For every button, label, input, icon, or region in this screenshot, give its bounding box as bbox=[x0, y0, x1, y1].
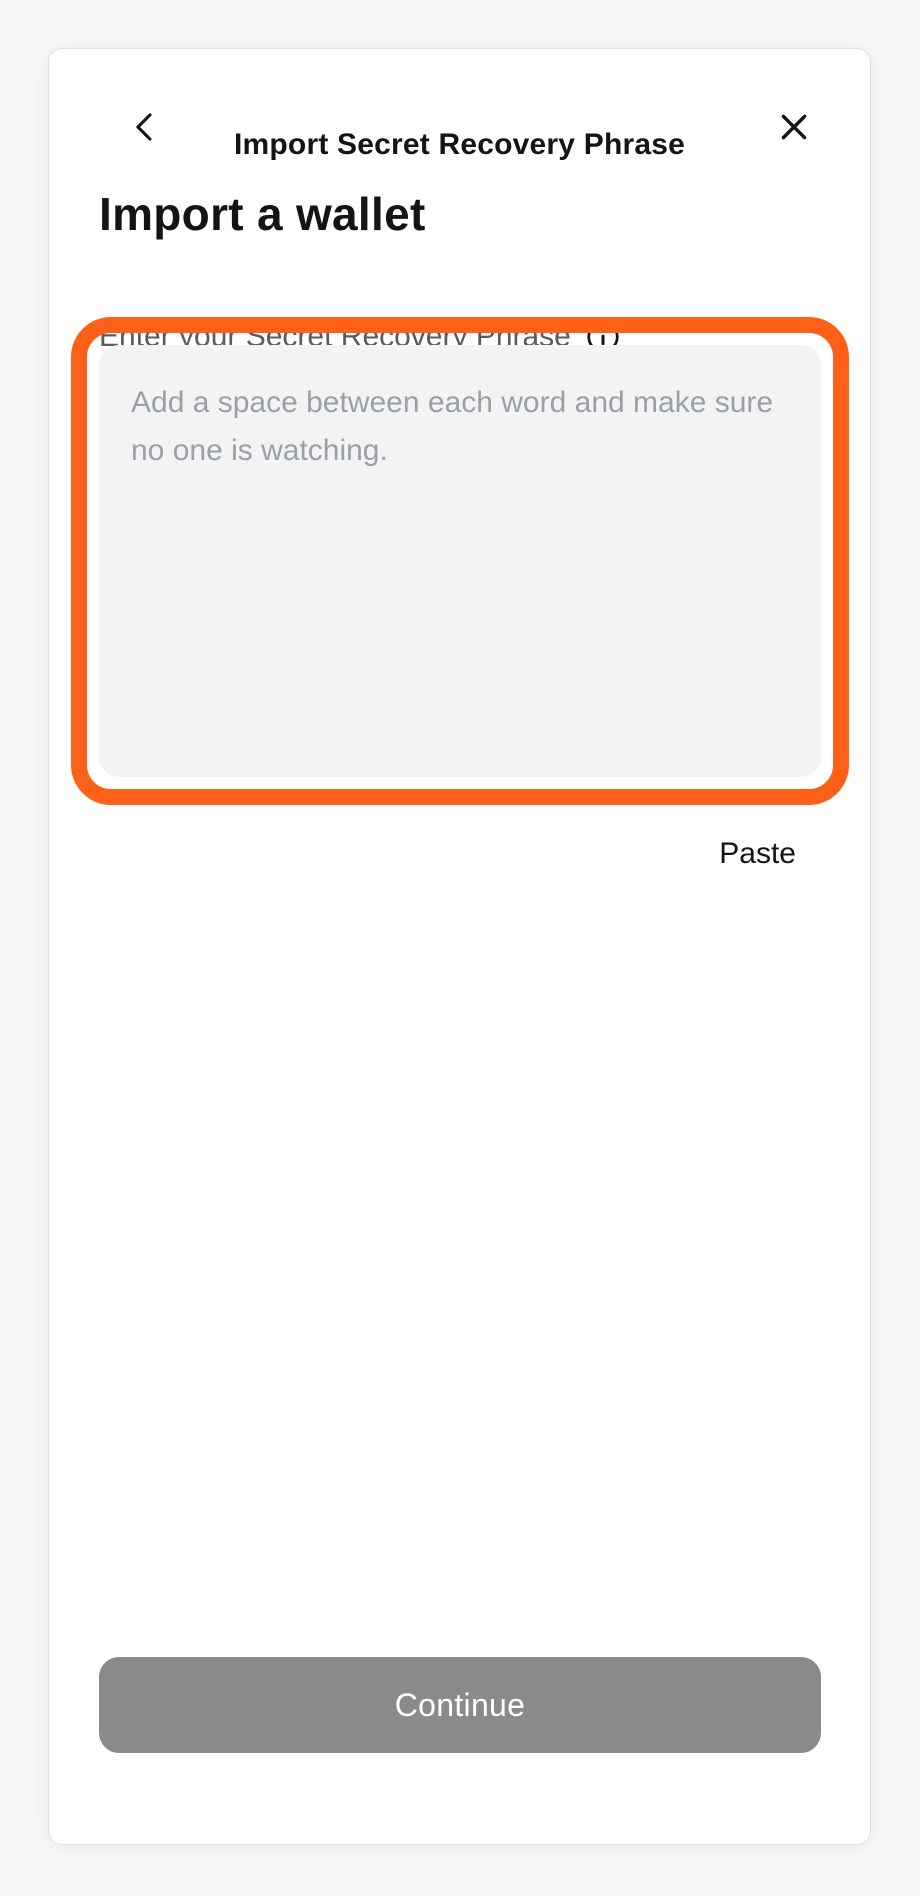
secret-recovery-phrase-input[interactable] bbox=[99, 345, 821, 777]
close-icon bbox=[781, 114, 807, 140]
header-title: Import Secret Recovery Phrase bbox=[233, 128, 685, 161]
header: Import Secret Recovery Phrase bbox=[49, 49, 870, 189]
import-wallet-card: Import Secret Recovery Phrase Import a w… bbox=[48, 48, 871, 1845]
continue-button[interactable]: Continue bbox=[99, 1657, 821, 1753]
page: Import Secret Recovery Phrase Import a w… bbox=[0, 0, 920, 1896]
paste-button[interactable]: Paste bbox=[719, 837, 796, 871]
page-title: Import a wallet bbox=[99, 188, 426, 240]
close-button[interactable] bbox=[758, 91, 830, 163]
